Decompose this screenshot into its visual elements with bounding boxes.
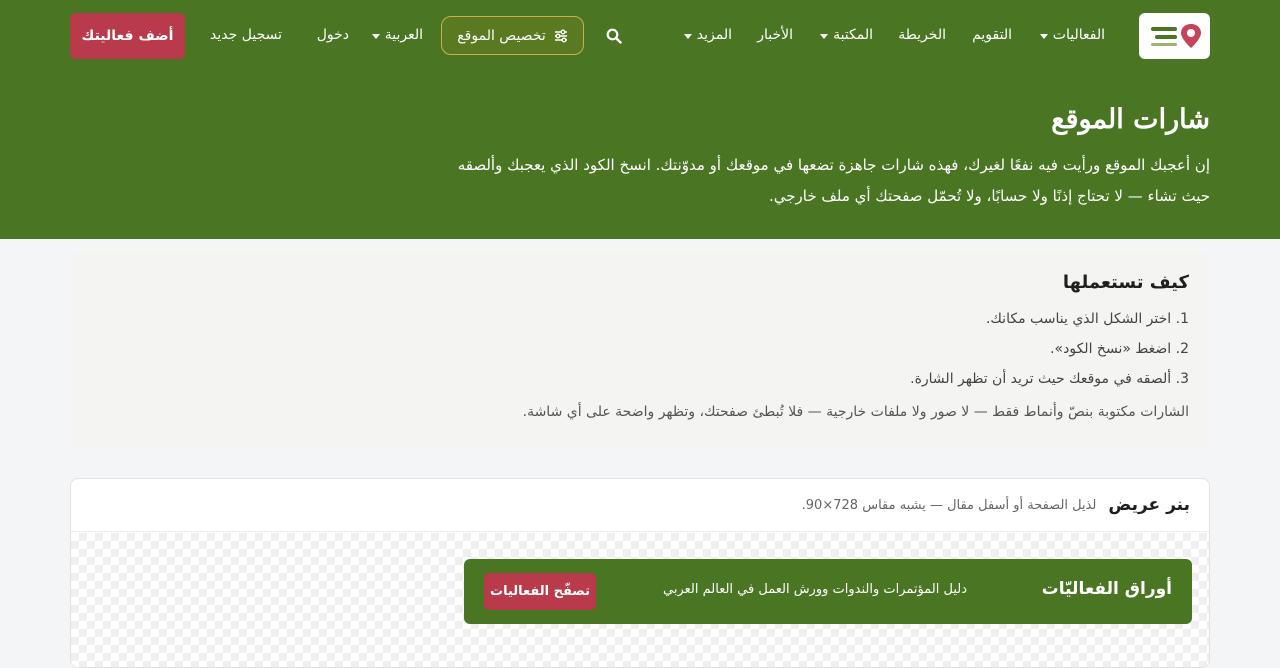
language-switcher[interactable]: العربية — [371, 24, 423, 46]
banner-description: دليل المؤتمرات والندوات وورش العمل في ال… — [663, 582, 967, 597]
chevron-down-icon — [820, 33, 829, 39]
how-to-note: الشارات مكتوبة بنصّ وأنماط فقط — لا صور … — [522, 404, 1189, 420]
main-nav: الفعاليات التقويم الخريطة المكتبة الأخبا… — [0, 0, 1280, 70]
language-label: العربية — [384, 27, 423, 43]
nav-item-news-label: الأخبار — [757, 27, 793, 43]
nav-item-library-label: المكتبة — [833, 27, 873, 43]
register-link[interactable]: تسجيل جديد — [210, 24, 282, 46]
badge-card-wide-banner: بنر عريض لذيل الصفحة أو أسفل مقال — يشبه… — [70, 478, 1210, 668]
site-logo[interactable] — [1139, 13, 1210, 59]
sliders-icon — [554, 29, 567, 42]
register-label: تسجيل جديد — [210, 27, 282, 43]
logo-icon — [1150, 24, 1201, 48]
how-to-steps: 1. اختر الشكل الذي يناسب مكانك. 2. اضغط … — [910, 304, 1189, 394]
how-to-step: 2. اضغط «نسخ الكود». — [1050, 341, 1189, 357]
nav-item-events-label: الفعاليات — [1052, 27, 1105, 43]
page-title: شارات الموقع — [1051, 104, 1210, 135]
how-to-step: 1. اختر الشكل الذي يناسب مكانك. — [985, 311, 1189, 327]
login-link[interactable]: دخول — [317, 24, 349, 46]
nav-item-more-label: المزيد — [696, 27, 732, 43]
nav-item-calendar-label: التقويم — [972, 27, 1012, 43]
chevron-down-icon — [683, 33, 692, 39]
login-label: دخول — [316, 27, 349, 43]
badge-banner-preview[interactable]: أوراق الفعاليّات دليل المؤتمرات والندوات… — [464, 559, 1192, 624]
search-icon — [606, 28, 622, 44]
chevron-down-icon — [1039, 33, 1048, 39]
customize-site-label: تخصيص الموقع — [457, 27, 546, 44]
add-event-button[interactable]: أضف فعاليتك — [70, 13, 185, 59]
how-to-use-panel: كيف تستعملها 1. اختر الشكل الذي يناسب مك… — [70, 252, 1210, 449]
nav-item-library[interactable]: المكتبة — [820, 24, 873, 46]
search-button[interactable] — [603, 25, 625, 47]
customize-site-button[interactable]: تخصيص الموقع — [441, 16, 584, 55]
badge-card-title: بنر عريض — [1108, 495, 1190, 515]
how-to-title: كيف تستعملها — [1062, 272, 1189, 293]
page-description: إن أعجبك الموقع ورأيت فيه نفعًا لغيرك، ف… — [457, 156, 1210, 205]
nav-item-calendar[interactable]: التقويم — [972, 24, 1012, 46]
browse-events-button[interactable]: تصفّح الفعاليات — [484, 573, 596, 610]
nav-item-events[interactable]: الفعاليات — [1039, 24, 1105, 46]
badge-card-subtitle: لذيل الصفحة أو أسفل مقال — يشبه مقاس 728… — [801, 497, 1097, 513]
chevron-down-icon — [371, 33, 380, 39]
banner-title: أوراق الفعاليّات — [1041, 579, 1172, 599]
nav-item-news[interactable]: الأخبار — [757, 24, 793, 46]
nav-item-map[interactable]: الخريطة — [898, 24, 946, 46]
nav-item-map-label: الخريطة — [898, 27, 946, 43]
site-header: الفعاليات التقويم الخريطة المكتبة الأخبا… — [0, 0, 1280, 239]
nav-item-more[interactable]: المزيد — [683, 24, 732, 46]
badge-card-header: بنر عريض لذيل الصفحة أو أسفل مقال — يشبه… — [71, 479, 1209, 532]
how-to-step: 3. ألصقه في موقعك حيث تريد أن تظهر الشار… — [910, 371, 1189, 387]
